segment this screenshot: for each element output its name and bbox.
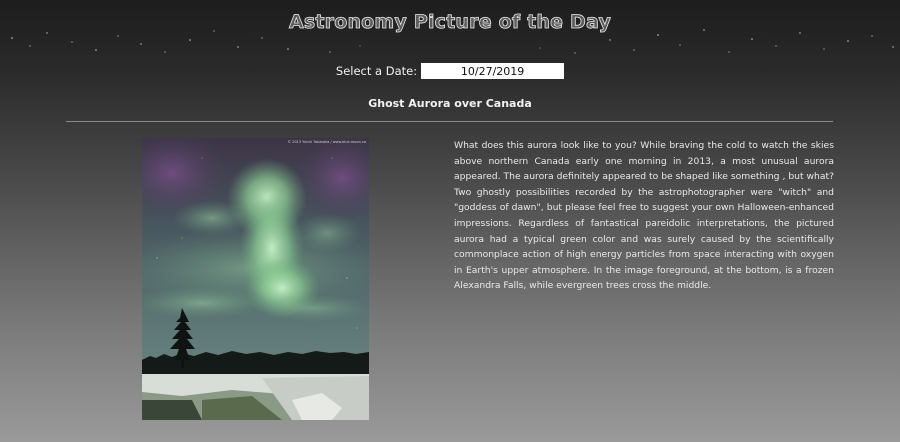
apod-explanation: What does this aurora look like to you? … xyxy=(454,140,834,292)
date-label: Select a Date: xyxy=(335,64,418,78)
date-selector: Select a Date: xyxy=(0,63,900,79)
apod-image: © 2013 Yuichi Takasaka / www.blue-moon.c… xyxy=(142,138,369,420)
date-input[interactable] xyxy=(421,63,565,79)
page-title: Astronomy Picture of the Day xyxy=(288,11,612,34)
aurora-photo xyxy=(142,138,369,420)
photo-credit: © 2013 Yuichi Takasaka / www.blue-moon.c… xyxy=(287,140,366,144)
divider xyxy=(66,121,833,122)
apod-title: Ghost Aurora over Canada xyxy=(368,97,532,110)
